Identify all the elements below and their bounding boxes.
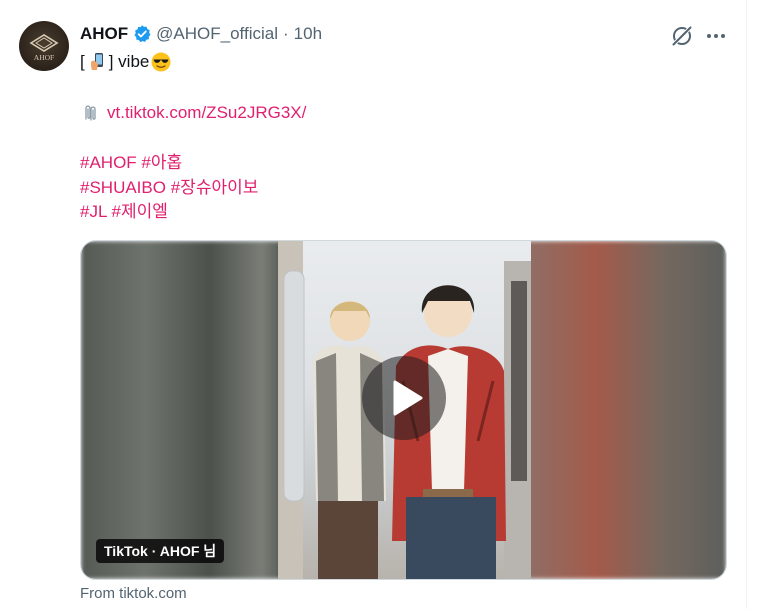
hashtag-ahop-korean[interactable]: #아홉 [141,153,182,172]
sunglasses-emoji [151,52,171,72]
hashtag-shuaibo-korean[interactable]: #장슈아이보 [171,178,259,197]
avatar-logo-text: AHOF [34,53,54,62]
verified-badge-icon [132,24,152,44]
text-vibe: ] vibe [108,52,150,71]
selfie-phone-emoji [89,52,105,72]
play-icon[interactable] [362,356,446,440]
timeline-border [746,0,747,609]
video-embed[interactable]: TikTok · AHOF 님 [80,240,727,580]
hashtag-jl[interactable]: #JL [80,202,107,221]
avatar[interactable]: AHOF [19,21,69,71]
tweet-text-line: [ ] vibe [80,50,171,74]
tweet-timestamp[interactable]: 10h [294,24,322,44]
hashtag-line: #SHUAIBO #장슈아이보 [80,176,258,200]
hashtag-line: #JL #제이엘 [80,200,168,224]
text-open-bracket: [ [80,52,85,71]
card-source-domain[interactable]: From tiktok.com [80,585,187,602]
video-source-label: TikTok · AHOF 님 [96,539,225,563]
hashtag-shuaibo[interactable]: #SHUAIBO [80,178,166,197]
grok-icon[interactable] [670,24,694,48]
meta-separator: · [283,24,289,43]
hashtag-line: #AHOF #아홉 [80,151,182,175]
hashtag-ahof[interactable]: #AHOF [80,153,137,172]
author-name[interactable]: AHOF [80,24,128,44]
author-handle[interactable]: @AHOF_official [156,24,278,44]
tweet-header: AHOF @AHOF_official · 10h [80,22,322,46]
hashtag-jl-korean[interactable]: #제이엘 [112,202,168,221]
tweet-link-line: vt.tiktok.com/ZSu2JRG3X/ [80,101,306,125]
tiktok-url-link[interactable]: vt.tiktok.com/ZSu2JRG3X/ [107,101,306,125]
paperclip-emoji [80,103,100,123]
more-options-icon[interactable] [703,24,729,48]
